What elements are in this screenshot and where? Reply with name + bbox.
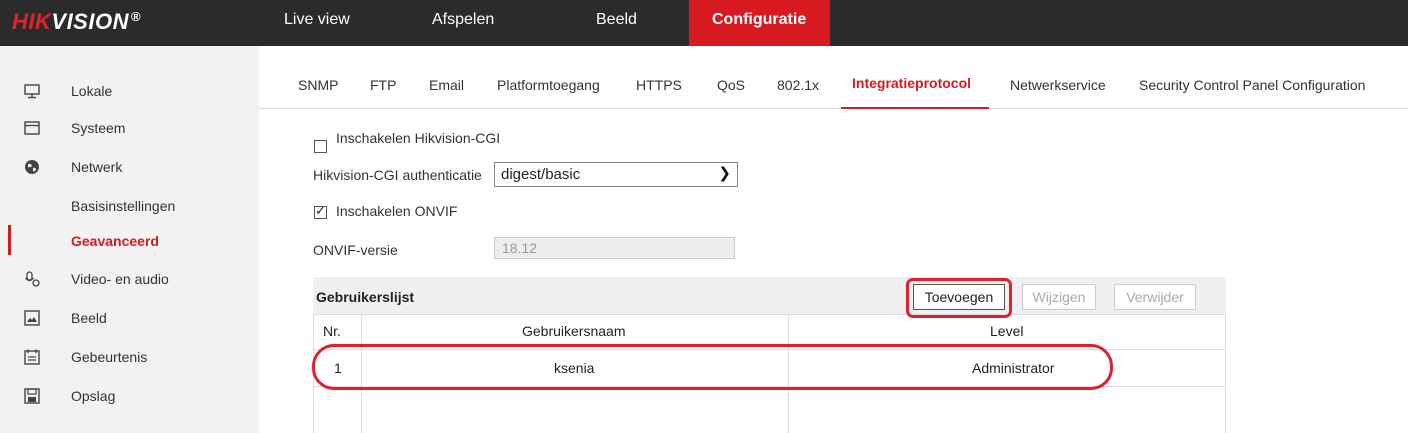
top-navigation-bar: HIKVISION ® Live view Afspelen Beeld Conf… bbox=[0, 0, 1408, 46]
sidebar-item-label: Lokale bbox=[71, 83, 113, 99]
onvif-version-value: 18.12 bbox=[502, 240, 538, 256]
tab-https[interactable]: HTTPS bbox=[636, 77, 682, 93]
tab-netwerkservice[interactable]: Netwerkservice bbox=[1010, 77, 1106, 93]
hikvision-logo: HIKVISION ® bbox=[12, 9, 142, 34]
sidebar-item-video-audio[interactable]: Video- en audio bbox=[0, 261, 259, 297]
enable-cgi-label: Inschakelen Hikvision-CGI bbox=[336, 130, 501, 146]
sidebar-item-geavanceerd[interactable]: Geavanceerd bbox=[0, 223, 259, 259]
enable-onvif-label: Inschakelen ONVIF bbox=[336, 203, 458, 219]
tab-8021x[interactable]: 802.1x bbox=[777, 77, 819, 93]
annotation-highlight-user-row bbox=[312, 344, 1113, 390]
sidebar-item-opslag[interactable]: Opslag bbox=[0, 378, 259, 414]
calendar-icon bbox=[24, 349, 40, 365]
sidebar-item-label: Systeem bbox=[71, 120, 126, 136]
globe-icon bbox=[25, 160, 39, 174]
chevron-down-icon: ❯ bbox=[718, 164, 731, 182]
sidebar-item-gebeurtenis[interactable]: Gebeurtenis bbox=[0, 339, 259, 375]
nav-configuratie[interactable]: Configuratie bbox=[689, 0, 830, 46]
sidebar-item-label: Opslag bbox=[71, 388, 116, 404]
tab-ftp[interactable]: FTP bbox=[370, 77, 396, 93]
sidebar-item-label: Basisinstellingen bbox=[71, 198, 176, 214]
nav-live-view[interactable]: Live view bbox=[284, 0, 350, 46]
image-icon bbox=[24, 310, 40, 326]
tab-platformtoegang[interactable]: Platformtoegang bbox=[497, 77, 600, 93]
nav-beeld[interactable]: Beeld bbox=[596, 0, 637, 46]
sidebar-item-label: Gebeurtenis bbox=[71, 349, 148, 365]
userlist-title: Gebruikerslijst bbox=[316, 289, 415, 305]
floppy-disk-icon bbox=[24, 388, 40, 404]
sidebar-item-systeem[interactable]: Systeem bbox=[0, 110, 259, 146]
sidebar-item-label: Netwerk bbox=[71, 159, 123, 175]
sidebar-item-label: Beeld bbox=[71, 310, 107, 326]
tab-snmp[interactable]: SNMP bbox=[298, 77, 338, 93]
config-tab-bar: SNMP FTP Email Platformtoegang HTTPS QoS… bbox=[259, 46, 1408, 109]
onvif-version-field: 18.12 bbox=[494, 237, 735, 259]
onvif-version-label: ONVIF-versie bbox=[313, 242, 398, 258]
enable-onvif-checkbox[interactable] bbox=[314, 204, 327, 219]
monitor-icon bbox=[24, 84, 40, 99]
sidebar-item-beeld[interactable]: Beeld bbox=[0, 300, 259, 336]
delete-user-button[interactable]: Verwijder bbox=[1114, 284, 1196, 310]
window-icon bbox=[24, 121, 40, 135]
cgi-auth-label: Hikvision-CGI authenticatie bbox=[313, 167, 482, 183]
sidebar: Lokale Systeem Netwerk Basisinstellingen… bbox=[0, 46, 259, 433]
sidebar-item-basisinstellingen[interactable]: Basisinstellingen bbox=[0, 188, 259, 224]
tab-email[interactable]: Email bbox=[429, 77, 464, 93]
table-border bbox=[313, 314, 1226, 315]
sidebar-item-label: Geavanceerd bbox=[71, 233, 159, 249]
column-header-nr: Nr. bbox=[323, 323, 341, 339]
sidebar-item-lokale[interactable]: Lokale bbox=[0, 73, 259, 109]
annotation-highlight-add-button bbox=[906, 278, 1012, 318]
enable-cgi-checkbox[interactable] bbox=[314, 140, 327, 153]
edit-user-button[interactable]: Wijzigen bbox=[1022, 284, 1096, 310]
sidebar-item-netwerk[interactable]: Netwerk bbox=[0, 149, 259, 185]
nav-afspelen[interactable]: Afspelen bbox=[432, 0, 494, 46]
tab-security-control-panel[interactable]: Security Control Panel Configuration bbox=[1139, 77, 1365, 93]
microphone-icon bbox=[24, 271, 40, 287]
cgi-auth-select[interactable]: digest/basic ❯ bbox=[494, 162, 738, 187]
column-header-username: Gebruikersnaam bbox=[522, 323, 626, 339]
tab-qos[interactable]: QoS bbox=[717, 77, 745, 93]
cgi-auth-value: digest/basic bbox=[501, 166, 581, 183]
active-tab-indicator bbox=[841, 107, 989, 109]
sidebar-item-label: Video- en audio bbox=[71, 271, 169, 287]
column-header-level: Level bbox=[990, 323, 1024, 339]
tab-integratieprotocol[interactable]: Integratieprotocol bbox=[852, 75, 971, 91]
